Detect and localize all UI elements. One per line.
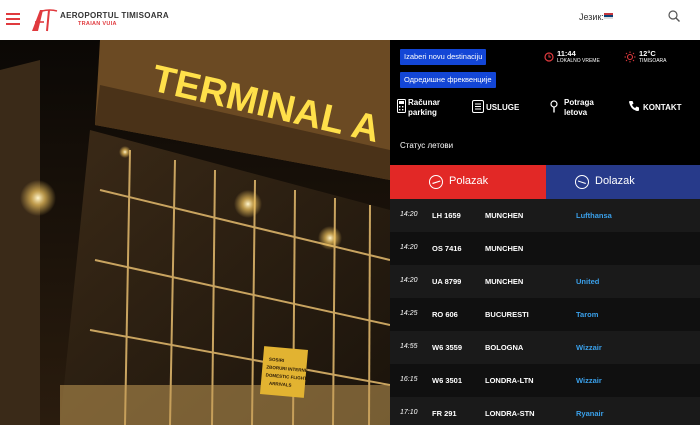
plane-takeoff-icon [429,175,443,189]
flight-number: RO 606 [432,310,458,319]
flight-airline: Wizzair [576,343,602,352]
flight-row[interactable]: 14:25 RO 606 BUCURESTI Tarom [390,298,700,331]
flight-status-title: Статус летови [400,141,454,150]
flight-number: FR 291 [432,409,457,418]
flight-row[interactable]: 14:20 UA 8799 MUNCHEN United [390,265,700,298]
flight-row[interactable]: 17:10 FR 291 LONDRA-STN Ryanair [390,397,700,425]
flight-airline: Tarom [576,310,599,319]
flight-row[interactable]: 16:15 W6 3501 LONDRA-LTN Wizzair [390,364,700,397]
flight-destination: MUNCHEN [485,211,524,220]
calculator-icon[interactable] [397,99,406,113]
magnifier-icon[interactable] [550,100,558,113]
flight-row[interactable]: 14:55 W6 3559 BOLOGNA Wizzair [390,331,700,364]
tab-departures[interactable]: Polazak [390,165,546,199]
flight-row[interactable]: 14:20 LH 1659 MUNCHEN Lufthansa [390,199,700,232]
clock-icon [544,52,554,62]
flight-airline: United [576,277,600,286]
flight-number: W6 3559 [432,343,463,352]
flight-number: W6 3501 [432,376,463,385]
site-header: AEROPORTUL TIMISOARA TRAIAN VUIA Језик: [0,0,700,40]
flight-destination: LONDRA-LTN [485,376,534,385]
services-icon[interactable] [472,100,484,113]
menu-icon[interactable] [6,12,20,26]
temperature-value: 12°C [639,49,656,58]
parking-link-line-1: Računar [408,98,441,107]
tab-departures-label: Polazak [449,175,489,187]
flight-destination: MUNCHEN [485,244,524,253]
plane-landing-icon [575,175,589,189]
airport-logo-icon[interactable] [30,7,58,33]
flight-number: OS 7416 [432,244,462,253]
flight-panel: Izaberi novu destinaciju Одредишне фрекв… [390,40,700,425]
flight-search-link[interactable]: Potraga letova [564,98,594,118]
flight-list: 14:20 LH 1659 MUNCHEN Lufthansa 14:20 OS… [390,199,700,425]
flight-destination: MUNCHEN [485,277,524,286]
terminal-photo: TERMINAL A SOSIRI ZBORURI INTERNE DOMEST… [0,40,390,425]
tab-arrivals[interactable]: Dolazak [546,165,700,199]
local-time: 11:44 LOKALNO VREME [557,49,600,64]
flight-time: 14:25 [400,310,418,317]
flight-destination: BUCURESTI [485,310,529,319]
flight-time: 14:20 [400,211,418,218]
weather: 12°C TIMISOARA [639,49,667,64]
language-label[interactable]: Језик: [579,12,604,22]
flight-airline: Wizzair [576,376,602,385]
sun-icon [624,51,636,63]
logo-name[interactable]: AEROPORTUL TIMISOARA [60,11,169,20]
flight-row[interactable]: 14:20 OS 7416 MUNCHEN [390,232,700,265]
logo-subtitle: TRAIAN VUIA [78,21,117,27]
flight-search-line-2: letova [564,108,588,117]
flight-airline: Ryanair [576,409,604,418]
contact-link[interactable]: KONTAKT [643,103,682,113]
services-link[interactable]: USLUGE [486,103,519,113]
flight-airline: Lufthansa [576,211,612,220]
flight-time: 17:10 [400,409,418,416]
flight-destination: LONDRA-STN [485,409,535,418]
parking-link-line-2: parking [408,108,437,117]
parking-calculator-link[interactable]: Računar parking [408,98,440,118]
flight-number: LH 1659 [432,211,461,220]
search-icon[interactable] [667,9,681,23]
destination-frequency-button[interactable]: Одредишне фреквенције [400,72,496,88]
flight-time: 14:55 [400,343,418,350]
choose-destination-button[interactable]: Izaberi novu destinaciju [400,49,487,65]
flight-destination: BOLOGNA [485,343,524,352]
flight-time: 14:20 [400,277,418,284]
phone-icon[interactable] [628,100,640,112]
tab-arrivals-label: Dolazak [595,175,635,187]
temperature-label: TIMISOARA [639,58,667,64]
flight-time: 16:15 [400,376,418,383]
local-time-label: LOKALNO VREME [557,58,600,64]
local-time-value: 11:44 [557,49,576,58]
flight-number: UA 8799 [432,277,462,286]
serbian-flag-icon[interactable] [604,13,613,19]
flight-search-line-1: Potraga [564,98,594,107]
flight-time: 14:20 [400,244,418,251]
